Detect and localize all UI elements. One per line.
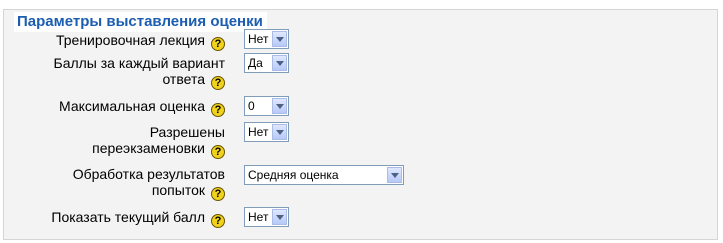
label-handling-of-retakes: Обработка результатов попыток? [73,166,225,201]
help-icon[interactable]: ? [211,76,225,90]
chevron-down-icon[interactable] [272,209,287,225]
select-value: Нет [248,32,269,46]
practice-lesson-select[interactable]: Нет [244,29,289,49]
handling-retakes-select[interactable]: Средняя оценка [244,165,404,185]
select-value: Да [248,56,263,70]
label-line: Обработка результатов [72,166,225,182]
label-line: попыток [151,182,205,198]
fieldset-legend: Параметры выставления оценки [14,12,267,32]
chevron-down-icon[interactable] [272,31,287,47]
help-icon[interactable]: ? [211,187,225,201]
label-practice-lesson: Тренировочная лекция? [56,32,225,51]
label-custom-scoring: Баллы за каждый вариант ответа? [53,55,226,90]
custom-scoring-select[interactable]: Да [244,53,289,73]
select-value: Нет [248,125,269,139]
label-text: Тренировочная лекция [55,32,205,48]
chevron-down-icon[interactable] [272,55,287,71]
show-current-score-select[interactable]: Нет [244,207,289,227]
chevron-down-icon[interactable] [272,124,287,140]
label-text: Показать текущий балл [51,209,205,225]
select-value: Нет [248,210,269,224]
help-icon[interactable]: ? [211,145,225,159]
label-line: Разрешены [149,124,225,140]
chevron-down-icon[interactable] [272,98,287,114]
label-retakes-allowed: Разрешены переэкзаменовки? [92,124,225,159]
max-grade-select[interactable]: 0 [244,96,289,116]
label-show-current-score: Показать текущий балл? [51,209,225,228]
help-icon[interactable]: ? [211,214,225,228]
select-value: 0 [248,99,255,113]
help-icon[interactable]: ? [211,103,225,117]
select-value: Средняя оценка [248,168,339,182]
grading-settings-fieldset: Параметры выставления оценки Тренировочн… [3,9,718,240]
help-icon[interactable]: ? [211,37,225,51]
label-line: ответа [162,71,205,87]
label-max-grade: Максимальная оценка? [59,98,225,117]
retakes-select[interactable]: Нет [244,122,289,142]
label-line: переэкзаменовки [92,140,205,156]
label-line: Баллы за каждый вариант [53,55,226,71]
chevron-down-icon[interactable] [387,167,402,183]
label-text: Максимальная оценка [59,98,205,114]
